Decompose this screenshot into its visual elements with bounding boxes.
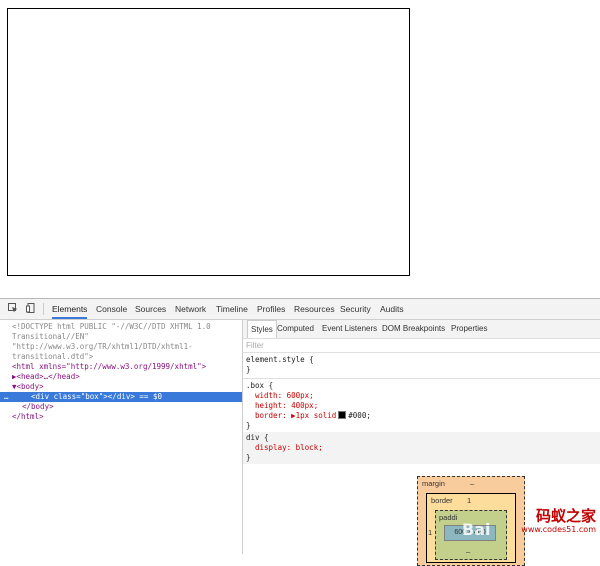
tab-computed[interactable]: Computed (277, 320, 314, 338)
selected-node-markup: <div class="box"></div> == $0 (31, 392, 162, 401)
sidebar-tab-bar: Styles Computed Event Listeners DOM Brea… (243, 320, 600, 339)
rule-divider (243, 378, 600, 379)
dom-tree: <!DOCTYPE html PUBLIC "-//W3C//DTD XHTML… (0, 320, 246, 554)
box-height-prop[interactable]: height: 400px; (255, 401, 318, 411)
selected-div-node[interactable]: … <div class="box"></div> == $0 (0, 392, 246, 402)
margin-label: margin (422, 479, 445, 488)
tab-audits[interactable]: Audits (380, 299, 404, 319)
watermark-url: www.codes51.com (521, 525, 596, 534)
element-style-selector[interactable]: element.style { (246, 355, 314, 365)
site-watermark: 码蚁之家 www.codes51.com (486, 507, 596, 547)
color-swatch-icon[interactable] (338, 411, 347, 419)
toolbar-separator (43, 303, 44, 315)
device-mode-icon[interactable] (26, 303, 36, 313)
styles-filter-input[interactable]: Filter (246, 341, 264, 350)
doctype-line-2[interactable]: Transitional//EN" (12, 332, 254, 342)
padding-label: paddi (439, 513, 458, 522)
tab-styles[interactable]: Styles (247, 320, 277, 338)
body-node[interactable]: ▼<body> (12, 382, 254, 392)
tab-network[interactable]: Network (175, 299, 206, 319)
border-left-value: 1 (428, 528, 433, 537)
box-border-prefix: border: ▶1px solid (255, 411, 337, 420)
selected-node-ellipsis: … (4, 392, 9, 401)
padding-bottom-value: – (466, 547, 471, 556)
html-node[interactable]: <html xmlns="http://www.w3.org/1999/xhtm… (12, 362, 254, 372)
box-class-rule: .box { width: 600px; height: 400px; bord… (243, 381, 600, 431)
box-border-prop[interactable]: border: ▶1px solid #000; (255, 411, 371, 421)
tab-profiles[interactable]: Profiles (257, 299, 285, 319)
body-close-node[interactable]: </body> (22, 402, 264, 412)
border-top-value: 1 (467, 496, 472, 505)
html-close-node[interactable]: </html> (12, 412, 254, 422)
div-selector[interactable]: div { (246, 433, 269, 443)
doctype-line-3[interactable]: "http://www.w3.org/TR/xhtml1/DTD/xhtml1- (12, 342, 254, 352)
border-label: border (431, 496, 453, 505)
tab-resources[interactable]: Resources (294, 299, 335, 319)
tab-timeline[interactable]: Timeline (216, 299, 248, 319)
element-style-close: } (246, 365, 251, 374)
devtools-tab-bar: Elements Console Sources Network Timelin… (0, 299, 600, 320)
watermark-title: 码蚁之家 (535, 507, 596, 525)
box-width-prop[interactable]: width: 600px; (255, 391, 314, 401)
div-display-prop[interactable]: display: block; (255, 443, 323, 453)
tab-properties[interactable]: Properties (451, 320, 487, 338)
tab-sources[interactable]: Sources (135, 299, 166, 319)
element-style-rule: element.style { } (243, 355, 600, 379)
tab-console[interactable]: Console (96, 299, 127, 319)
rendered-page (0, 0, 600, 298)
tab-security[interactable]: Security (340, 299, 371, 319)
tab-elements[interactable]: Elements (52, 299, 88, 319)
box-border-color: #000; (348, 411, 371, 420)
tab-event-listeners[interactable]: Event Listeners (322, 320, 377, 338)
inspect-element-icon[interactable] (8, 303, 18, 313)
styled-box[interactable] (7, 8, 410, 276)
rule-divider (243, 352, 600, 353)
div-user-agent-rule: div { display: block; } (243, 432, 600, 464)
box-selector[interactable]: .box { (246, 381, 273, 391)
tab-dom-breakpoints[interactable]: DOM Breakpoints (382, 320, 445, 338)
head-node[interactable]: ▶<head>…</head> (12, 372, 254, 382)
div-rule-close: } (246, 453, 251, 462)
doctype-line-4[interactable]: transitional.dtd"> (12, 352, 254, 362)
box-rule-close: } (246, 421, 251, 430)
margin-top-value: – (470, 479, 475, 488)
doctype-line-1[interactable]: <!DOCTYPE html PUBLIC "-//W3C//DTD XHTML… (12, 322, 254, 332)
